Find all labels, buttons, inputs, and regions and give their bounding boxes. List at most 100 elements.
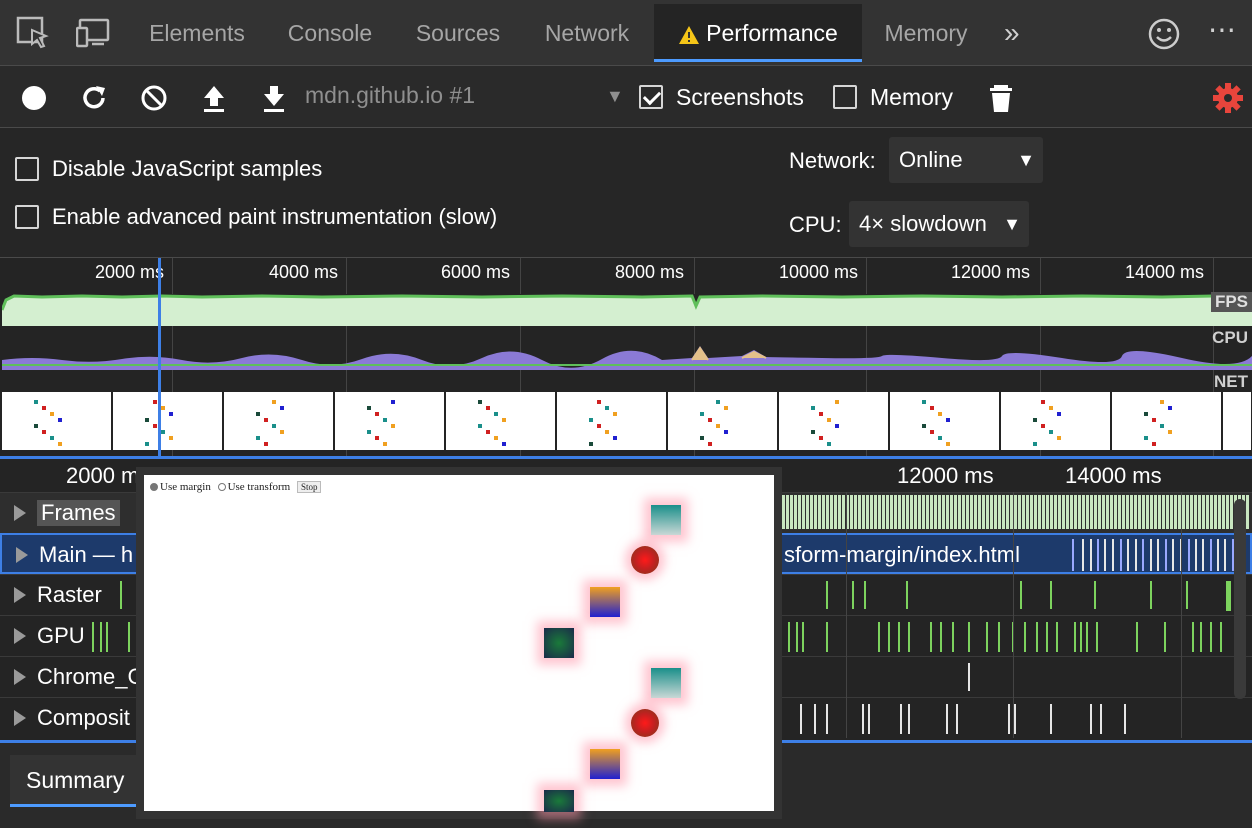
thumbnail-shape (613, 412, 617, 416)
use-transform-label: Use transform (227, 481, 291, 493)
filmstrip-frame[interactable] (1223, 392, 1251, 450)
preview-red-circle (631, 709, 659, 737)
radio-icon (150, 483, 158, 492)
tab-performance[interactable]: Performance (654, 4, 862, 62)
thumbnail-shape (1057, 412, 1061, 416)
thumbnail-shape (383, 442, 387, 446)
thumbnail-shape (1160, 424, 1164, 428)
filmstrip-frame[interactable] (224, 392, 333, 450)
preview-teal-square (651, 505, 681, 535)
filmstrip-frame[interactable] (668, 392, 777, 450)
disable-js-samples-label: Disable JavaScript samples (52, 156, 323, 181)
thumbnail-shape (494, 436, 498, 440)
garbage-collect-icon[interactable] (985, 82, 1017, 114)
screenshot-filmstrip[interactable] (2, 392, 1252, 452)
thumbnail-shape (58, 418, 62, 422)
thumbnail-shape (613, 436, 617, 440)
tab-console[interactable]: Console (272, 4, 388, 62)
net-label: NET (1214, 372, 1248, 391)
flame-scrollbar[interactable] (1234, 499, 1246, 699)
preview-red-circle (631, 546, 659, 574)
cpu-caret-icon: ▼ (1003, 214, 1021, 234)
thumbnail-shape (153, 400, 157, 404)
expand-arrow-icon[interactable] (14, 669, 26, 685)
disable-js-samples-checkbox[interactable] (15, 157, 39, 181)
thumbnail-shape (1041, 400, 1045, 404)
thumbnail-shape (161, 406, 165, 410)
thumbnail-shape (922, 400, 926, 404)
more-tabs-chevron-icon[interactable]: » (1004, 18, 1020, 48)
performance-toolbar: mdn.github.io #1 ▼ Screenshots Memory (0, 66, 1252, 128)
thumbnail-shape (700, 412, 704, 416)
thumbnail-shape (930, 430, 934, 434)
thumbnail-shape (375, 436, 379, 440)
memory-checkbox[interactable] (833, 85, 857, 109)
thumbnail-shape (716, 424, 720, 428)
expand-arrow-icon[interactable] (14, 505, 26, 521)
tab-summary[interactable]: Summary (10, 755, 140, 807)
thumbnail-shape (256, 436, 260, 440)
cpu-chart (2, 346, 1252, 370)
advanced-paint-label: Enable advanced paint instrumentation (s… (52, 204, 498, 229)
track-label-main: Main — h (39, 542, 134, 567)
expand-arrow-icon[interactable] (14, 628, 26, 644)
tab-memory[interactable]: Memory (870, 4, 982, 62)
network-throttle-value: Online (899, 147, 963, 172)
inspect-element-icon[interactable] (16, 16, 50, 50)
filmstrip-frame[interactable] (1001, 392, 1110, 450)
filmstrip-frame[interactable] (557, 392, 666, 450)
filmstrip-frame[interactable] (890, 392, 999, 450)
thumbnail-shape (391, 400, 395, 404)
filmstrip-frame[interactable] (779, 392, 888, 450)
save-profile-icon[interactable] (258, 82, 290, 114)
thumbnail-shape (597, 400, 601, 404)
tab-elements[interactable]: Elements (134, 4, 260, 62)
expand-arrow-icon[interactable] (14, 710, 26, 726)
tab-sources[interactable]: Sources (400, 4, 516, 62)
filmstrip-frame[interactable] (1112, 392, 1221, 450)
overview-tick: 8000 ms (615, 262, 685, 282)
thumbnail-shape (58, 442, 62, 446)
more-options-icon[interactable]: ⋯ (1208, 13, 1238, 46)
capture-settings-gear-icon[interactable] (1212, 82, 1244, 114)
profile-select[interactable]: mdn.github.io #1 (305, 82, 475, 109)
thumbnail-shape (145, 442, 149, 446)
network-throttle-select[interactable]: Online ▼ (889, 137, 1043, 183)
thumbnail-shape (716, 400, 720, 404)
thumbnail-shape (946, 418, 950, 422)
cpu-throttle-select[interactable]: 4× slowdown ▼ (849, 201, 1029, 247)
device-toolbar-icon[interactable] (76, 16, 110, 50)
thumbnail-shape (1057, 436, 1061, 440)
expand-arrow-icon[interactable] (16, 547, 28, 563)
clear-icon[interactable] (138, 82, 170, 114)
capture-settings-pane: Disable JavaScript samples Enable advanc… (0, 128, 1252, 258)
fps-label: FPS (1210, 292, 1252, 312)
thumbnail-shape (1033, 418, 1037, 422)
profile-select-caret-icon[interactable]: ▼ (606, 86, 624, 107)
filmstrip-frame[interactable] (2, 392, 111, 450)
load-profile-icon[interactable] (198, 82, 230, 114)
thumbnail-shape (50, 436, 54, 440)
thumbnail-shape (367, 430, 371, 434)
filmstrip-frame[interactable] (446, 392, 555, 450)
thumbnail-shape (1168, 430, 1172, 434)
flame-tick: 2000 m (66, 463, 140, 488)
thumbnail-shape (1033, 442, 1037, 446)
reload-record-icon[interactable] (78, 82, 110, 114)
flame-tick: 12000 ms (897, 463, 994, 488)
expand-arrow-icon[interactable] (14, 587, 26, 603)
preview-green-square (544, 790, 574, 812)
thumbnail-shape (272, 400, 276, 404)
tab-network[interactable]: Network (528, 4, 646, 62)
advanced-paint-checkbox[interactable] (15, 205, 39, 229)
feedback-smiley-icon[interactable] (1148, 18, 1180, 50)
filmstrip-frame[interactable] (335, 392, 444, 450)
thumbnail-shape (280, 430, 284, 434)
time-cursor[interactable] (158, 258, 161, 456)
radio-icon (217, 483, 226, 492)
timeline-overview[interactable]: 2000 ms 4000 ms 6000 ms 8000 ms 10000 ms… (0, 258, 1252, 456)
thumbnail-shape (700, 436, 704, 440)
record-icon[interactable] (18, 82, 50, 114)
screenshots-checkbox[interactable] (639, 85, 663, 109)
filmstrip-frame[interactable] (113, 392, 222, 450)
